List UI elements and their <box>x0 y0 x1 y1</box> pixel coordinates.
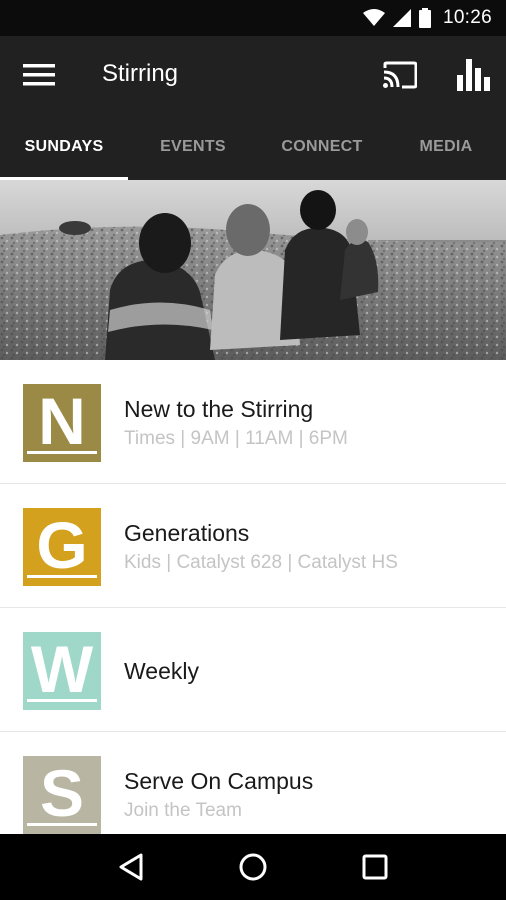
item-title: New to the Stirring <box>124 396 314 422</box>
tile-rule <box>27 699 97 702</box>
app-title: Stirring <box>102 60 179 87</box>
status-time: 10:26 <box>442 7 492 28</box>
list-item[interactable]: N New to the Stirring Times | 9AM | 11AM… <box>0 360 506 484</box>
home-icon[interactable] <box>223 842 283 892</box>
hero-image <box>0 180 506 360</box>
letter-tile: W <box>23 632 101 710</box>
tab-events[interactable]: EVENTS <box>128 114 258 180</box>
app-bar: Stirring <box>0 36 506 114</box>
bar-chart-icon[interactable] <box>454 56 494 94</box>
list-item[interactable]: W Weekly <box>0 608 506 732</box>
tile-rule <box>27 575 97 578</box>
item-subtitle: Join the Team <box>124 800 242 821</box>
item-title: Weekly <box>124 658 199 684</box>
content-list: N New to the Stirring Times | 9AM | 11AM… <box>0 360 506 856</box>
recents-icon[interactable] <box>345 842 405 892</box>
item-title: Generations <box>124 520 250 546</box>
tile-rule <box>27 823 97 826</box>
cast-icon[interactable] <box>380 56 420 94</box>
tile-letter: S <box>39 756 85 830</box>
tab-connect[interactable]: CONNECT <box>258 114 386 180</box>
battery-icon <box>418 8 431 28</box>
tile-letter: G <box>36 508 88 582</box>
tile-letter: N <box>38 384 86 458</box>
status-bar: 10:26 <box>0 0 506 36</box>
signal-icon <box>392 9 411 27</box>
tab-bar: SUNDAYS EVENTS CONNECT MEDIA <box>0 114 506 180</box>
back-icon[interactable] <box>101 842 161 892</box>
item-title: Serve On Campus <box>124 768 314 794</box>
tab-media[interactable]: MEDIA <box>386 114 506 180</box>
item-subtitle: Kids | Catalyst 628 | Catalyst HS <box>124 552 398 573</box>
letter-tile: G <box>23 508 101 586</box>
system-nav-bar <box>0 834 506 900</box>
letter-tile: N <box>23 384 101 462</box>
tile-rule <box>27 451 97 454</box>
wifi-icon <box>362 9 385 27</box>
tab-sundays[interactable]: SUNDAYS <box>0 114 128 180</box>
list-item[interactable]: G Generations Kids | Catalyst 628 | Cata… <box>0 484 506 608</box>
hamburger-menu-icon[interactable] <box>22 61 56 89</box>
tile-letter: W <box>30 632 94 706</box>
item-subtitle: Times | 9AM | 11AM | 6PM <box>124 428 348 449</box>
letter-tile: S <box>23 756 101 834</box>
